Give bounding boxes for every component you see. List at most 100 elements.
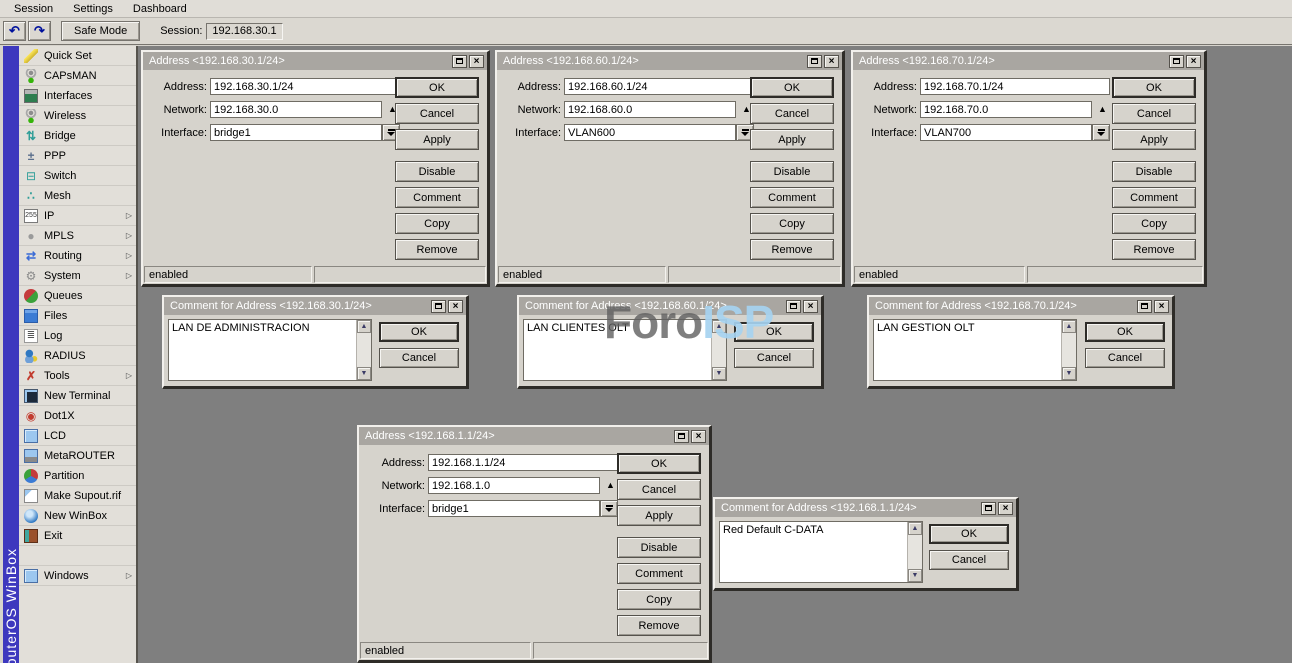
apply-button[interactable]: Apply [395,129,479,150]
window-titlebar[interactable]: Address <192.168.30.1/24> × [143,52,487,70]
comment-textarea[interactable]: LAN DE ADMINISTRACION [168,319,372,381]
sidebar-item-files[interactable]: Files [19,306,136,326]
cancel-button[interactable]: Cancel [929,550,1009,570]
interface-input[interactable] [428,500,600,517]
disable-button[interactable]: Disable [617,537,701,558]
sidebar-item-log[interactable]: ≣ Log [19,326,136,346]
cancel-button[interactable]: Cancel [617,479,701,500]
copy-button[interactable]: Copy [1112,213,1196,234]
comment-textarea[interactable]: LAN CLIENTES OLT [523,319,727,381]
window-titlebar[interactable]: Comment for Address <192.168.30.1/24> × [164,297,466,315]
sidebar-item-new-winbox[interactable]: New WinBox [19,506,136,526]
scroll-track[interactable] [908,535,922,569]
sidebar-item-ppp[interactable]: ± PPP [19,146,136,166]
scroll-up-button[interactable]: ▲ [357,320,371,333]
comment-button[interactable]: Comment [750,187,834,208]
close-button[interactable]: × [691,430,706,443]
copy-button[interactable]: Copy [395,213,479,234]
comment-scrollbar[interactable]: ▲ ▼ [356,320,371,380]
sidebar-item-quick-set[interactable]: Quick Set [19,46,136,66]
apply-button[interactable]: Apply [1112,129,1196,150]
maximize-button[interactable] [1137,300,1152,313]
disable-button[interactable]: Disable [750,161,834,182]
comment-button[interactable]: Comment [1112,187,1196,208]
ok-button[interactable]: OK [617,453,701,474]
copy-button[interactable]: Copy [617,589,701,610]
close-button[interactable]: × [1154,300,1169,313]
interface-input[interactable] [210,124,382,141]
copy-button[interactable]: Copy [750,213,834,234]
network-input[interactable] [920,101,1092,118]
address-input[interactable] [210,78,400,95]
maximize-button[interactable] [1169,55,1184,68]
sidebar-item-ip[interactable]: 255 IP ▷ [19,206,136,226]
window-titlebar[interactable]: Comment for Address <192.168.70.1/24> × [869,297,1172,315]
sidebar-item-bridge[interactable]: ⇅ Bridge [19,126,136,146]
interface-input[interactable] [564,124,736,141]
network-input[interactable] [210,101,382,118]
interface-input[interactable] [920,124,1092,141]
remove-button[interactable]: Remove [1112,239,1196,260]
maximize-button[interactable] [431,300,446,313]
undo-button[interactable]: ↶ [3,21,26,41]
sidebar-item-make-supout[interactable]: Make Supout.rif [19,486,136,506]
sidebar-item-capsman[interactable]: CAPsMAN [19,66,136,86]
session-value[interactable]: 192.168.30.1 [206,23,282,40]
apply-button[interactable]: Apply [617,505,701,526]
sidebar-item-switch[interactable]: ⊟ Switch [19,166,136,186]
ok-button[interactable]: OK [750,77,834,98]
scroll-track[interactable] [712,333,726,367]
interface-dropdown-button[interactable] [600,500,618,517]
address-input[interactable] [428,454,618,471]
comment-textarea[interactable]: LAN GESTION OLT [873,319,1077,381]
sidebar-item-new-terminal[interactable]: New Terminal [19,386,136,406]
window-titlebar[interactable]: Address <192.168.70.1/24> × [853,52,1204,70]
scroll-up-button[interactable]: ▲ [1062,320,1076,333]
scroll-down-button[interactable]: ▼ [357,367,371,380]
window-titlebar[interactable]: Address <192.168.60.1/24> × [497,52,842,70]
close-button[interactable]: × [824,55,839,68]
maximize-button[interactable] [981,502,996,515]
remove-button[interactable]: Remove [750,239,834,260]
sidebar-item-interfaces[interactable]: Interfaces [19,86,136,106]
sidebar-item-metarouter[interactable]: MetaROUTER [19,446,136,466]
window-titlebar[interactable]: Comment for Address <192.168.60.1/24> × [519,297,821,315]
ok-button[interactable]: OK [379,322,459,342]
sidebar-item-partition[interactable]: Partition [19,466,136,486]
close-button[interactable]: × [803,300,818,313]
address-input[interactable] [920,78,1110,95]
sidebar-item-queues[interactable]: Queues [19,286,136,306]
network-up-arrow[interactable]: ▲ [1098,104,1107,114]
maximize-button[interactable] [452,55,467,68]
sidebar-item-dot1x[interactable]: ◉ Dot1X [19,406,136,426]
window-titlebar[interactable]: Address <192.168.1.1/24> × [359,427,709,445]
window-titlebar[interactable]: Comment for Address <192.168.1.1/24> × [715,499,1016,517]
cancel-button[interactable]: Cancel [750,103,834,124]
menu-dashboard[interactable]: Dashboard [123,1,197,17]
remove-button[interactable]: Remove [617,615,701,636]
ok-button[interactable]: OK [929,524,1009,544]
disable-button[interactable]: Disable [395,161,479,182]
sidebar-item-mpls[interactable]: ● MPLS ▷ [19,226,136,246]
safe-mode-button[interactable]: Safe Mode [61,21,140,41]
close-button[interactable]: × [448,300,463,313]
close-button[interactable]: × [469,55,484,68]
comment-scrollbar[interactable]: ▲ ▼ [907,522,922,582]
comment-textarea[interactable]: Red Default C-DATA [719,521,923,583]
cancel-button[interactable]: Cancel [734,348,814,368]
sidebar-item-routing[interactable]: ⇄ Routing ▷ [19,246,136,266]
maximize-button[interactable] [807,55,822,68]
cancel-button[interactable]: Cancel [379,348,459,368]
sidebar-item-radius[interactable]: RADIUS [19,346,136,366]
ok-button[interactable]: OK [1112,77,1196,98]
address-input[interactable] [564,78,754,95]
scroll-up-button[interactable]: ▲ [908,522,922,535]
ok-button[interactable]: OK [734,322,814,342]
apply-button[interactable]: Apply [750,129,834,150]
sidebar-item-system[interactable]: ⚙ System ▷ [19,266,136,286]
network-input[interactable] [564,101,736,118]
maximize-button[interactable] [674,430,689,443]
comment-button[interactable]: Comment [395,187,479,208]
menu-session[interactable]: Session [4,1,63,17]
comment-button[interactable]: Comment [617,563,701,584]
